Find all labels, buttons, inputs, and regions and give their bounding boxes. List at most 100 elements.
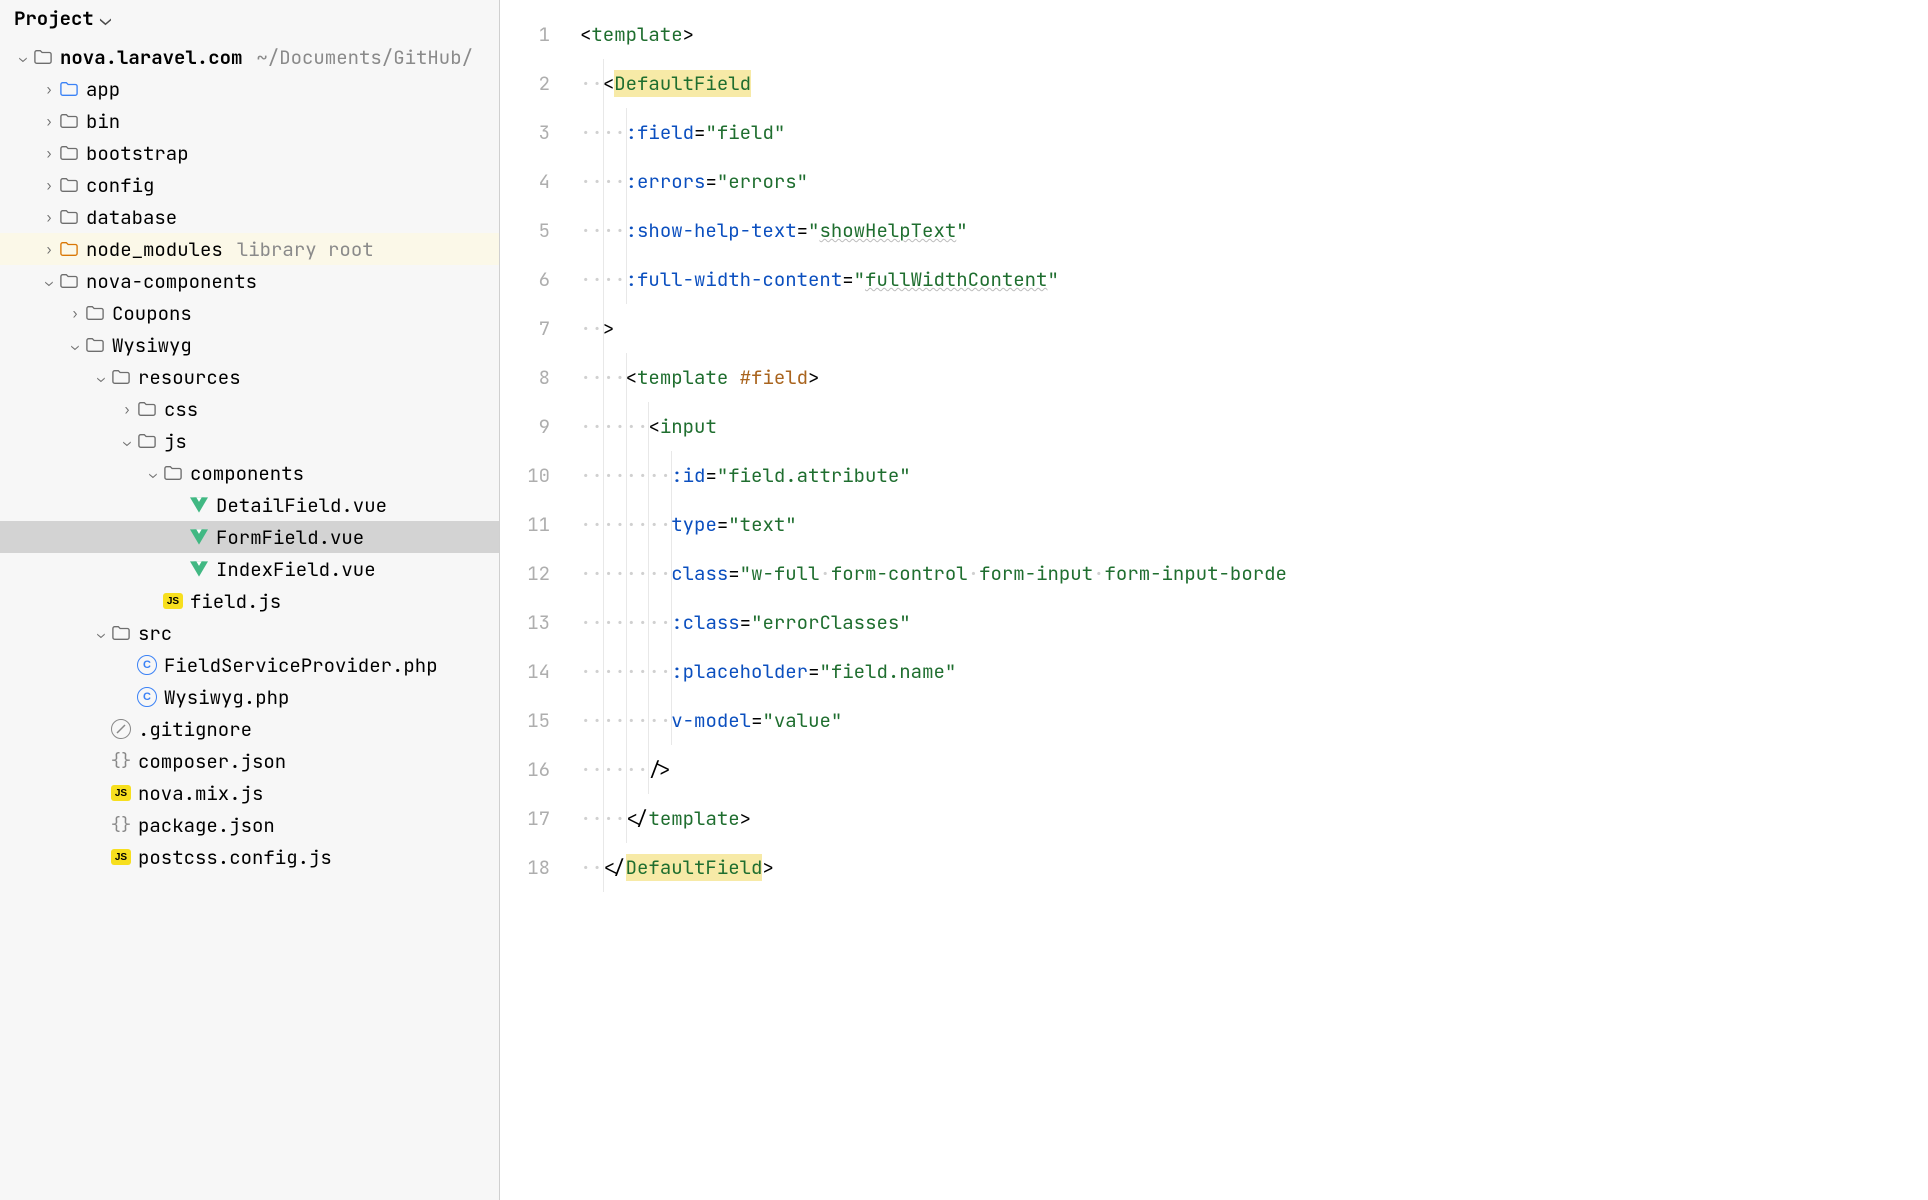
js-file-icon: JS — [110, 849, 132, 865]
code-line[interactable]: ··</DefaultField> — [568, 843, 1928, 892]
sidebar-title[interactable]: Project ⌄ — [0, 0, 499, 37]
code-line[interactable]: ····:show-help-text="showHelpText" — [568, 206, 1928, 255]
js-file-icon: JS — [110, 785, 132, 801]
folder-icon — [58, 145, 80, 161]
project-root-name: nova.laravel.com — [60, 45, 242, 70]
tree-item[interactable]: › database — [0, 201, 499, 233]
code-line[interactable]: ····:full-width-content="fullWidthConten… — [568, 255, 1928, 304]
tree-item[interactable]: ›bin — [0, 105, 499, 137]
tree-item[interactable]: IndexField.vue — [0, 553, 499, 585]
code-line[interactable]: ··> — [568, 304, 1928, 353]
tree-item[interactable]: CWysiwyg.php — [0, 681, 499, 713]
folder-icon — [84, 337, 106, 353]
spacer — [170, 497, 188, 514]
tree-item[interactable]: ⌄components — [0, 457, 499, 489]
folder-icon — [162, 465, 184, 481]
code-line[interactable]: ········:placeholder="field.name" — [568, 647, 1928, 696]
tree-item[interactable]: {} composer.json — [0, 745, 499, 777]
code-line[interactable]: ····:errors="errors" — [568, 157, 1928, 206]
php-file-icon: C — [136, 655, 158, 675]
sidebar-title-label: Project — [14, 6, 94, 31]
tree-item[interactable]: FormField.vue — [0, 521, 499, 553]
folder-icon — [84, 305, 106, 321]
chevron-right-icon: › — [40, 81, 58, 98]
code-line[interactable]: ········:class="errorClasses" — [568, 598, 1928, 647]
chevron-down-icon: ⌄ — [92, 369, 110, 386]
tree-item[interactable]: ›css — [0, 393, 499, 425]
tree-item-label: src — [138, 621, 172, 646]
tree-item[interactable]: › node_modules library root — [0, 233, 499, 265]
code-line[interactable]: ····</template> — [568, 794, 1928, 843]
tree-item-label: field.js — [190, 589, 281, 614]
line-number: 14 — [500, 647, 568, 696]
code-line[interactable]: ······<input — [568, 402, 1928, 451]
tree-item[interactable]: JS postcss.config.js — [0, 841, 499, 873]
chevron-down-icon: ⌄ — [92, 625, 110, 642]
tree-item[interactable]: ⌄nova-components — [0, 265, 499, 297]
chevron-right-icon: › — [40, 241, 58, 258]
tree-item[interactable]: ›Coupons — [0, 297, 499, 329]
tree-item-hint: library root — [237, 237, 374, 262]
code-line[interactable]: ········v-model="value" — [568, 696, 1928, 745]
tree-item-label: database — [86, 205, 177, 230]
code-line[interactable]: ········type="text" — [568, 500, 1928, 549]
chevron-right-icon: › — [40, 209, 58, 226]
tree-item-label: IndexField.vue — [216, 557, 376, 582]
tree-item[interactable]: CFieldServiceProvider.php — [0, 649, 499, 681]
line-number: 2 — [500, 59, 568, 108]
chevron-down-icon: ⌄ — [144, 465, 162, 482]
json-file-icon: {} — [110, 751, 132, 771]
tree-item-label: DetailField.vue — [216, 493, 387, 518]
line-number: 6 — [500, 255, 568, 304]
folder-icon — [110, 625, 132, 641]
tree-item-label: .gitignore — [138, 717, 252, 742]
project-root[interactable]: ⌄nova.laravel.com~/Documents/GitHub/ — [0, 41, 499, 73]
chevron-down-icon: ⌄ — [14, 49, 32, 66]
tree-item-label: node_modules — [86, 237, 223, 262]
line-number-gutter: 123456789101112131415161718 — [500, 0, 568, 1200]
vue-file-icon — [188, 529, 210, 545]
project-sidebar: Project ⌄ ⌄nova.laravel.com~/Documents/G… — [0, 0, 500, 1200]
folder-icon — [110, 369, 132, 385]
line-number: 5 — [500, 206, 568, 255]
spacer — [92, 817, 110, 834]
tree-item-label: Wysiwyg — [112, 333, 192, 358]
tree-item[interactable]: DetailField.vue — [0, 489, 499, 521]
folder-icon — [32, 49, 54, 65]
code-line[interactable]: ····:field="field" — [568, 108, 1928, 157]
line-number: 17 — [500, 794, 568, 843]
tree-item[interactable]: ⌄js — [0, 425, 499, 457]
line-number: 15 — [500, 696, 568, 745]
code-line[interactable]: ········class="w-full·form-control·form-… — [568, 549, 1928, 598]
spacer — [170, 529, 188, 546]
chevron-down-icon: ⌄ — [66, 337, 84, 354]
code-line[interactable]: ····<template #field> — [568, 353, 1928, 402]
tree-item[interactable]: ›bootstrap — [0, 137, 499, 169]
line-number: 12 — [500, 549, 568, 598]
tree-item[interactable]: JSnova.mix.js — [0, 777, 499, 809]
tree-item-label: composer.json — [138, 749, 286, 774]
tree-item[interactable]: {}package.json — [0, 809, 499, 841]
code-line[interactable]: ··<DefaultField — [568, 59, 1928, 108]
line-number: 13 — [500, 598, 568, 647]
tree-item[interactable]: ⌄ Wysiwyg — [0, 329, 499, 361]
tree-item[interactable]: JSfield.js — [0, 585, 499, 617]
line-number: 1 — [500, 10, 568, 59]
tree-item[interactable]: .gitignore — [0, 713, 499, 745]
json-file-icon: {} — [110, 815, 132, 835]
code-line[interactable]: ······/> — [568, 745, 1928, 794]
code-line[interactable]: <template> — [568, 10, 1928, 59]
tree-item-label: postcss.config.js — [138, 845, 332, 870]
folder-icon — [58, 241, 80, 257]
code-area[interactable]: <template>··<DefaultField····:field="fie… — [568, 0, 1928, 1200]
line-number: 16 — [500, 745, 568, 794]
tree-item[interactable]: › app — [0, 73, 499, 105]
tree-item-label: app — [86, 77, 120, 102]
php-file-icon: C — [136, 687, 158, 707]
tree-item[interactable]: ›config — [0, 169, 499, 201]
tree-item[interactable]: ⌄ src — [0, 617, 499, 649]
tree-item-label: js — [164, 429, 187, 454]
tree-item-label: resources — [138, 365, 241, 390]
tree-item[interactable]: ⌄ resources — [0, 361, 499, 393]
code-line[interactable]: ········:id="field.attribute" — [568, 451, 1928, 500]
